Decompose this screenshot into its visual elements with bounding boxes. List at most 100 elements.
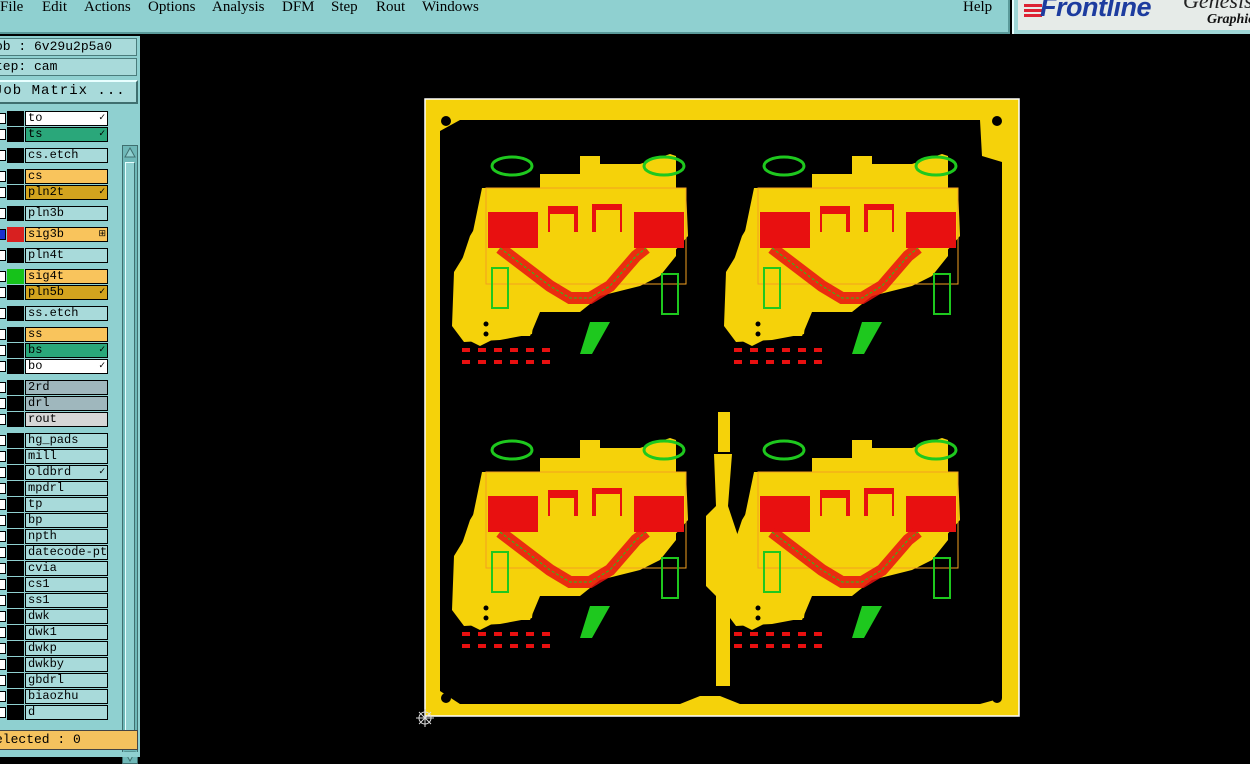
layer-name[interactable]: pln3b xyxy=(25,206,108,221)
layer-row-bo[interactable]: bo ✓ xyxy=(0,359,122,374)
layer-checkbox[interactable] xyxy=(0,451,6,462)
layer-color-swatch[interactable] xyxy=(7,111,24,126)
layer-color-swatch[interactable] xyxy=(7,497,24,512)
layer-row-pln4t[interactable]: pln4t xyxy=(0,248,122,263)
layer-color-swatch[interactable] xyxy=(7,449,24,464)
layer-color-swatch[interactable] xyxy=(7,529,24,544)
layer-row-to[interactable]: to ✓ xyxy=(0,111,122,126)
menu-actions[interactable]: Actions xyxy=(84,0,131,16)
layer-checkbox[interactable] xyxy=(0,229,6,240)
layer-name[interactable]: bp xyxy=(25,513,108,528)
layer-row-bp[interactable]: bp xyxy=(0,513,122,528)
layer-checkbox[interactable] xyxy=(0,675,6,686)
layer-name[interactable]: npth xyxy=(25,529,108,544)
menu-analysis[interactable]: Analysis xyxy=(212,0,265,16)
layer-color-swatch[interactable] xyxy=(7,169,24,184)
layer-name[interactable]: cs.etch xyxy=(25,148,108,163)
layer-checkbox[interactable] xyxy=(0,563,6,574)
layer-checkbox[interactable] xyxy=(0,707,6,718)
layer-checkbox[interactable] xyxy=(0,467,6,478)
layer-checkbox[interactable] xyxy=(0,208,6,219)
layer-name[interactable]: cs xyxy=(25,169,108,184)
layer-checkbox[interactable] xyxy=(0,515,6,526)
layer-color-swatch[interactable] xyxy=(7,433,24,448)
layer-color-swatch[interactable] xyxy=(7,285,24,300)
layer-color-swatch[interactable] xyxy=(7,593,24,608)
layer-row-gbdrl[interactable]: gbdrl xyxy=(0,673,122,688)
layer-name[interactable]: rout xyxy=(25,412,108,427)
layer-row-mpdrl[interactable]: mpdrl xyxy=(0,481,122,496)
layer-color-swatch[interactable] xyxy=(7,657,24,672)
layer-name[interactable]: ts ✓ xyxy=(25,127,108,142)
layer-row-sig3b[interactable]: sig3b ⊞ xyxy=(0,227,122,242)
layer-name[interactable]: dwk xyxy=(25,609,108,624)
layer-row-drl[interactable]: drl xyxy=(0,396,122,411)
layer-checkbox[interactable] xyxy=(0,187,6,198)
layer-name[interactable]: oldbrd ✓ xyxy=(25,465,108,480)
layer-name[interactable]: ss xyxy=(25,327,108,342)
layer-color-swatch[interactable] xyxy=(7,227,24,242)
menu-step[interactable]: Step xyxy=(331,0,358,16)
layer-color-swatch[interactable] xyxy=(7,689,24,704)
layer-name[interactable]: mill xyxy=(25,449,108,464)
layer-color-swatch[interactable] xyxy=(7,561,24,576)
layer-color-swatch[interactable] xyxy=(7,148,24,163)
layer-row-datecode-pte[interactable]: datecode-pte xyxy=(0,545,122,560)
layer-color-swatch[interactable] xyxy=(7,465,24,480)
menu-rout[interactable]: Rout xyxy=(376,0,405,16)
layer-name[interactable]: dwkp xyxy=(25,641,108,656)
layer-row-cvia[interactable]: cvia xyxy=(0,561,122,576)
layer-name[interactable]: gbdrl xyxy=(25,673,108,688)
layer-row-pln3b[interactable]: pln3b xyxy=(0,206,122,221)
layer-checkbox[interactable] xyxy=(0,414,6,425)
layer-checkbox[interactable] xyxy=(0,579,6,590)
layer-checkbox[interactable] xyxy=(0,483,6,494)
layer-color-swatch[interactable] xyxy=(7,625,24,640)
layer-checkbox[interactable] xyxy=(0,150,6,161)
layer-row-pln5b[interactable]: pln5b ✓ xyxy=(0,285,122,300)
layer-checkbox[interactable] xyxy=(0,595,6,606)
pcb-panel-view[interactable] xyxy=(140,36,1250,757)
layer-name[interactable]: dwk1 xyxy=(25,625,108,640)
menu-options[interactable]: Options xyxy=(148,0,196,16)
layer-row-ss[interactable]: ss xyxy=(0,327,122,342)
graphic-canvas[interactable] xyxy=(140,36,1250,757)
layer-color-swatch[interactable] xyxy=(7,206,24,221)
layer-color-swatch[interactable] xyxy=(7,705,24,720)
layer-color-swatch[interactable] xyxy=(7,673,24,688)
layer-name[interactable]: bs ✓ xyxy=(25,343,108,358)
layer-color-swatch[interactable] xyxy=(7,577,24,592)
layer-name[interactable]: pln4t xyxy=(25,248,108,263)
layer-row-oldbrd[interactable]: oldbrd ✓ xyxy=(0,465,122,480)
layer-row-sig4t[interactable]: sig4t xyxy=(0,269,122,284)
layer-name[interactable]: dwkby xyxy=(25,657,108,672)
layer-row-ss1[interactable]: ss1 xyxy=(0,593,122,608)
layer-name[interactable]: drl xyxy=(25,396,108,411)
layer-checkbox[interactable] xyxy=(0,547,6,558)
layer-name[interactable]: ss1 xyxy=(25,593,108,608)
layer-row-dwk[interactable]: dwk xyxy=(0,609,122,624)
layer-color-swatch[interactable] xyxy=(7,343,24,358)
layer-color-swatch[interactable] xyxy=(7,481,24,496)
layer-color-swatch[interactable] xyxy=(7,609,24,624)
layer-name[interactable]: cvia xyxy=(25,561,108,576)
layer-color-swatch[interactable] xyxy=(7,269,24,284)
scroll-up-arrow-icon[interactable] xyxy=(124,147,136,159)
layer-color-swatch[interactable] xyxy=(7,641,24,656)
menu-file[interactable]: File xyxy=(0,0,23,16)
layer-name[interactable]: ss.etch xyxy=(25,306,108,321)
layer-name[interactable]: sig3b ⊞ xyxy=(25,227,108,242)
layer-color-swatch[interactable] xyxy=(7,327,24,342)
layer-checkbox[interactable] xyxy=(0,361,6,372)
layer-name[interactable]: hg_pads xyxy=(25,433,108,448)
layer-checkbox[interactable] xyxy=(0,271,6,282)
layer-name[interactable]: datecode-pte xyxy=(25,545,108,560)
layer-color-swatch[interactable] xyxy=(7,396,24,411)
layer-name[interactable]: bo ✓ xyxy=(25,359,108,374)
layer-checkbox[interactable] xyxy=(0,611,6,622)
layer-checkbox[interactable] xyxy=(0,398,6,409)
menu-help[interactable]: Help xyxy=(963,0,992,16)
layer-row-biaozhu[interactable]: biaozhu xyxy=(0,689,122,704)
layer-color-swatch[interactable] xyxy=(7,248,24,263)
layer-row-tp[interactable]: tp xyxy=(0,497,122,512)
